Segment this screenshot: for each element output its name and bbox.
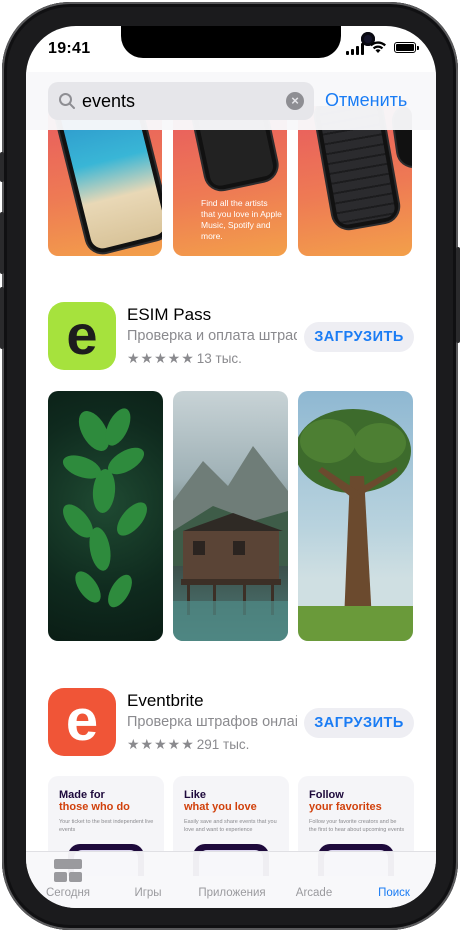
search-results[interactable]: Find all the artists that you love in Ap… bbox=[26, 26, 436, 908]
stars-icon: ★★★★★ bbox=[127, 350, 195, 366]
rating-stars: ★★★★★ 291 тыс. bbox=[127, 736, 249, 753]
search-input[interactable]: events × bbox=[48, 82, 314, 120]
app-row-eventbrite[interactable]: e Eventbrite Проверка штрафов онлайн ★★★… bbox=[48, 688, 414, 758]
screenshot-caption: Find all the artists that you love in Ap… bbox=[201, 198, 282, 241]
tab-label: Поиск bbox=[378, 887, 410, 899]
card-highlight: what you love bbox=[184, 801, 257, 813]
eventbrite-app-icon[interactable]: e bbox=[48, 688, 116, 756]
tab-label: Приложения bbox=[198, 887, 266, 899]
rating-count: 291 тыс. bbox=[196, 737, 250, 752]
app-subtitle: Проверка штрафов онлайн bbox=[127, 714, 297, 730]
tab-today[interactable]: Сегодня bbox=[26, 852, 110, 908]
search-bar: events × Отменить bbox=[26, 72, 436, 130]
card-title: Follow bbox=[309, 789, 344, 801]
cabin-image bbox=[173, 446, 288, 641]
wifi-icon bbox=[370, 41, 386, 53]
card-text: Easily save and share events that you lo… bbox=[184, 819, 277, 833]
tab-label: Игры bbox=[134, 887, 162, 899]
app-name: Eventbrite bbox=[127, 691, 204, 710]
today-icon bbox=[54, 859, 82, 882]
esim-screenshot-tree[interactable] bbox=[298, 391, 413, 641]
card-text: Follow your favorite creators and be the… bbox=[309, 819, 405, 833]
tab-bar: Сегодня Игры Приложения Arcade Поиск bbox=[26, 851, 436, 908]
cellular-signal-icon bbox=[346, 43, 364, 55]
volume-down-button bbox=[0, 287, 4, 349]
mute-switch bbox=[0, 152, 4, 182]
rating-count: 13 тыс. bbox=[196, 351, 242, 366]
app-subtitle: Проверка и оплата штрафов bbox=[127, 328, 297, 344]
esim-pass-logo: e bbox=[66, 303, 98, 366]
tab-arcade[interactable]: Arcade bbox=[278, 852, 350, 908]
app-row-esim-pass[interactable]: e ESIM Pass Проверка и оплата штрафов ★★… bbox=[48, 302, 414, 372]
esim-pass-app-icon[interactable]: e bbox=[48, 302, 116, 370]
search-icon bbox=[59, 93, 75, 109]
tab-games[interactable]: Игры bbox=[110, 852, 186, 908]
power-button bbox=[456, 247, 460, 343]
app-name: ESIM Pass bbox=[127, 305, 212, 324]
tab-label: Arcade bbox=[295, 887, 333, 899]
eventbrite-logo: e bbox=[65, 688, 99, 753]
clear-icon[interactable]: × bbox=[286, 92, 304, 110]
tree-image bbox=[298, 409, 413, 641]
phone-frame: Find all the artists that you love in Ap… bbox=[0, 2, 460, 930]
card-text: Your ticket to the best independent live… bbox=[59, 819, 154, 833]
search-query[interactable]: events bbox=[82, 91, 135, 112]
card-title: Like bbox=[184, 789, 207, 801]
get-button-esim-pass[interactable]: ЗАГРУЗИТЬ bbox=[304, 322, 414, 352]
esim-screenshot-cabin[interactable] bbox=[173, 391, 288, 641]
card-highlight: your favorites bbox=[309, 801, 382, 813]
get-button-eventbrite[interactable]: ЗАГРУЗИТЬ bbox=[304, 708, 414, 738]
leaves-image bbox=[62, 408, 147, 608]
tab-label: Сегодня bbox=[45, 887, 91, 899]
battery-icon bbox=[394, 42, 419, 53]
card-highlight: those who do bbox=[59, 801, 130, 813]
tab-apps[interactable]: Приложения bbox=[186, 852, 278, 908]
volume-up-button bbox=[0, 212, 4, 274]
stars-icon: ★★★★★ bbox=[127, 736, 195, 752]
cancel-button[interactable]: Отменить bbox=[325, 90, 407, 111]
app-store-screen: Find all the artists that you love in Ap… bbox=[26, 26, 436, 908]
status-bar: 19:41 bbox=[26, 26, 436, 72]
notch bbox=[121, 26, 375, 58]
status-time: 19:41 bbox=[48, 40, 91, 57]
card-title: Made for bbox=[59, 789, 105, 801]
esim-screenshot-leaves[interactable] bbox=[48, 391, 163, 641]
rating-stars: ★★★★★ 13 тыс. bbox=[127, 350, 242, 367]
tab-search[interactable]: Поиск bbox=[352, 852, 436, 908]
